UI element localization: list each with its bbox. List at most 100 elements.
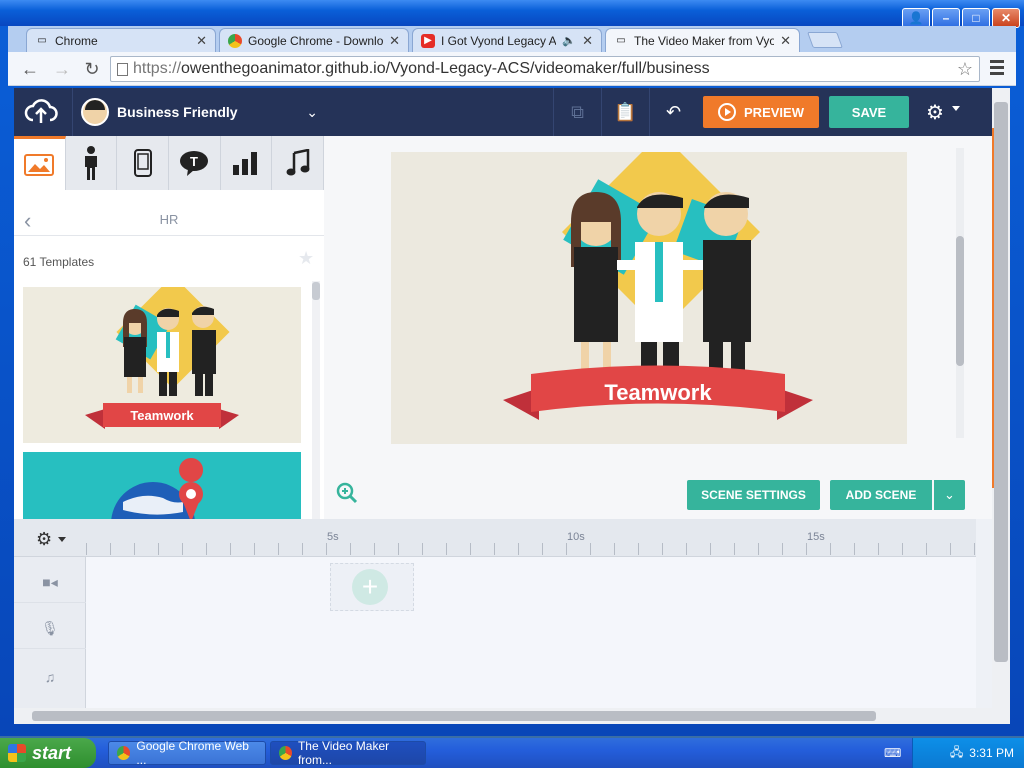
add-scene-label: ADD SCENE — [845, 488, 917, 502]
add-scene-button[interactable]: ADD SCENE — [830, 480, 932, 510]
stage-scroll-thumb[interactable] — [956, 236, 964, 366]
user-icon[interactable]: 👤 — [902, 8, 930, 28]
horizontal-scroll-thumb[interactable] — [32, 711, 876, 721]
template-thumbnail[interactable] — [23, 452, 301, 522]
bar-chart-icon — [233, 152, 258, 175]
tab-title: Chrome — [55, 33, 98, 48]
tab-charts[interactable] — [221, 136, 273, 190]
chrome-icon — [279, 746, 292, 760]
teamwork-scene-illustration: Teamwork — [503, 152, 813, 420]
caret-down-icon[interactable] — [58, 537, 66, 542]
scene-settings-label: SCENE SETTINGS — [701, 488, 806, 502]
theme-selector[interactable]: Business Friendly ⌄ — [72, 88, 324, 136]
vertical-scroll-thumb[interactable] — [994, 102, 1008, 662]
speech-bubble-icon: T — [180, 151, 209, 176]
clock: 3:31 PM — [969, 746, 1014, 760]
thumb-banner-text: Teamwork — [130, 408, 194, 423]
tab-text[interactable]: T — [169, 136, 221, 190]
scene-settings-button[interactable]: SCENE SETTINGS — [687, 480, 820, 510]
gear-icon[interactable]: ⚙ — [926, 100, 944, 125]
chrome-icon — [117, 746, 131, 760]
system-tray: 🖧 3:31 PM — [912, 738, 1024, 768]
tab-backgrounds[interactable] — [14, 136, 66, 190]
address-bar[interactable]: https://owenthegoanimator.github.io/Vyon… — [110, 56, 980, 82]
youtube-icon: ▶ — [421, 33, 435, 48]
close-icon[interactable]: ✕ — [389, 33, 400, 49]
video-maker-app: Business Friendly ⌄ ⧉ 📋 ↶ PREVIEW SAVE ⚙ — [14, 88, 992, 708]
asset-tabs: T — [14, 136, 325, 190]
reload-icon[interactable]: ↻ — [80, 58, 104, 80]
speaker-icon[interactable]: 🔈 — [562, 34, 576, 47]
preview-button[interactable]: PREVIEW — [703, 96, 819, 128]
panel-nav: ‹ HR — [14, 200, 324, 236]
taskbar-item-label: Google Chrome Web ... — [136, 739, 249, 767]
music-note-icon — [286, 149, 310, 176]
horizontal-scrollbar[interactable] — [14, 708, 1010, 724]
tab-chrome[interactable]: ▭ Chrome ✕ — [26, 28, 216, 52]
panel-scroll-thumb[interactable] — [312, 282, 320, 300]
tab-youtube[interactable]: ▶ I Got Vyond Legacy ACS 🔈 ✕ — [412, 28, 602, 52]
start-button[interactable]: start — [0, 738, 96, 768]
chevron-down-icon[interactable]: ⌄ — [934, 480, 965, 510]
tab-google-chrome-download[interactable]: Google Chrome - Download t ✕ — [219, 28, 409, 52]
tab-title: I Got Vyond Legacy ACS — [441, 33, 557, 48]
music-note-icon: ♫ — [44, 669, 56, 685]
chevron-down-icon: ⌄ — [306, 103, 318, 120]
close-icon[interactable]: ✕ — [196, 33, 207, 49]
chrome-icon — [228, 33, 242, 48]
network-icon[interactable]: 🖧 — [950, 743, 963, 764]
gear-icon[interactable]: ⚙ — [36, 529, 52, 550]
ruler-label: 5s — [327, 531, 339, 543]
preview-label: PREVIEW — [744, 104, 804, 120]
browser-toolbar: ← → ↻ https://owenthegoanimator.github.i… — [8, 52, 1016, 86]
forward-arrow-icon[interactable]: → — [50, 58, 74, 80]
close-icon[interactable]: ✕ — [780, 33, 791, 49]
back-arrow-icon[interactable]: ← — [18, 58, 42, 80]
tab-video-maker[interactable]: ▭ The Video Maker from Vyond ✕ — [605, 28, 800, 52]
timeline-ruler: ⚙ 5s 10s 15s — [14, 519, 976, 557]
svg-text:T: T — [190, 154, 198, 169]
caret-down-icon[interactable] — [952, 106, 960, 111]
template-thumbnail[interactable]: Teamwork — [23, 287, 301, 443]
star-icon[interactable]: ★ — [298, 248, 314, 269]
start-label: start — [32, 742, 72, 763]
keyboard-icon[interactable]: ⌨ — [884, 746, 901, 760]
tab-characters[interactable] — [66, 136, 118, 190]
taskbar-item-video-maker[interactable]: The Video Maker from... — [270, 739, 426, 767]
tab-title: Google Chrome - Download t — [248, 33, 384, 48]
taskbar-item-chrome-web[interactable]: Google Chrome Web ... — [108, 739, 266, 767]
zoom-in-icon[interactable] — [336, 482, 358, 504]
close-window-button[interactable]: ✕ — [992, 8, 1020, 28]
vertical-scrollbar[interactable] — [992, 88, 1010, 708]
paste-icon[interactable]: 📋 — [601, 88, 649, 136]
device-icon — [133, 149, 152, 177]
tab-audio[interactable] — [272, 136, 325, 190]
new-tab-button[interactable] — [807, 32, 843, 48]
menu-icon[interactable] — [990, 60, 1004, 76]
copy-icon[interactable]: ⧉ — [553, 88, 601, 136]
minimize-button[interactable]: – — [932, 8, 960, 28]
window-titlebar[interactable]: 👤 – □ ✕ — [0, 0, 1024, 28]
page-icon: ▭ — [37, 35, 47, 46]
scene-banner-text: Teamwork — [604, 380, 712, 405]
close-icon[interactable]: ✕ — [582, 33, 593, 49]
plus-icon[interactable]: + — [352, 569, 388, 605]
scene-canvas[interactable]: Teamwork — [391, 152, 907, 444]
save-label: SAVE — [851, 104, 887, 120]
bookmark-star-icon[interactable]: ☆ — [957, 59, 973, 80]
panel-scrollbar[interactable] — [312, 281, 320, 519]
tab-title: The Video Maker from Vyond — [634, 33, 775, 48]
tab-strip: ▭ Chrome ✕ Google Chrome - Download t ✕ … — [8, 26, 1016, 52]
url-protocol: https:// — [133, 60, 182, 77]
taskbar-item-label: The Video Maker from... — [297, 739, 390, 767]
save-button[interactable]: SAVE — [829, 96, 909, 128]
ruler-ticks — [86, 543, 976, 555]
cloud-upload-icon[interactable] — [24, 96, 58, 126]
undo-icon[interactable]: ↶ — [649, 88, 697, 136]
page-icon: ▭ — [616, 35, 626, 46]
maximize-button[interactable]: □ — [962, 8, 990, 28]
stage-area: Teamwork SCENE SETTINGS ADD SCENE ⌄ — [324, 136, 992, 519]
play-icon — [718, 103, 737, 121]
asset-panel: T ‹ HR 61 Templates ★ Teamwork — [14, 136, 325, 522]
tab-props[interactable] — [117, 136, 170, 190]
